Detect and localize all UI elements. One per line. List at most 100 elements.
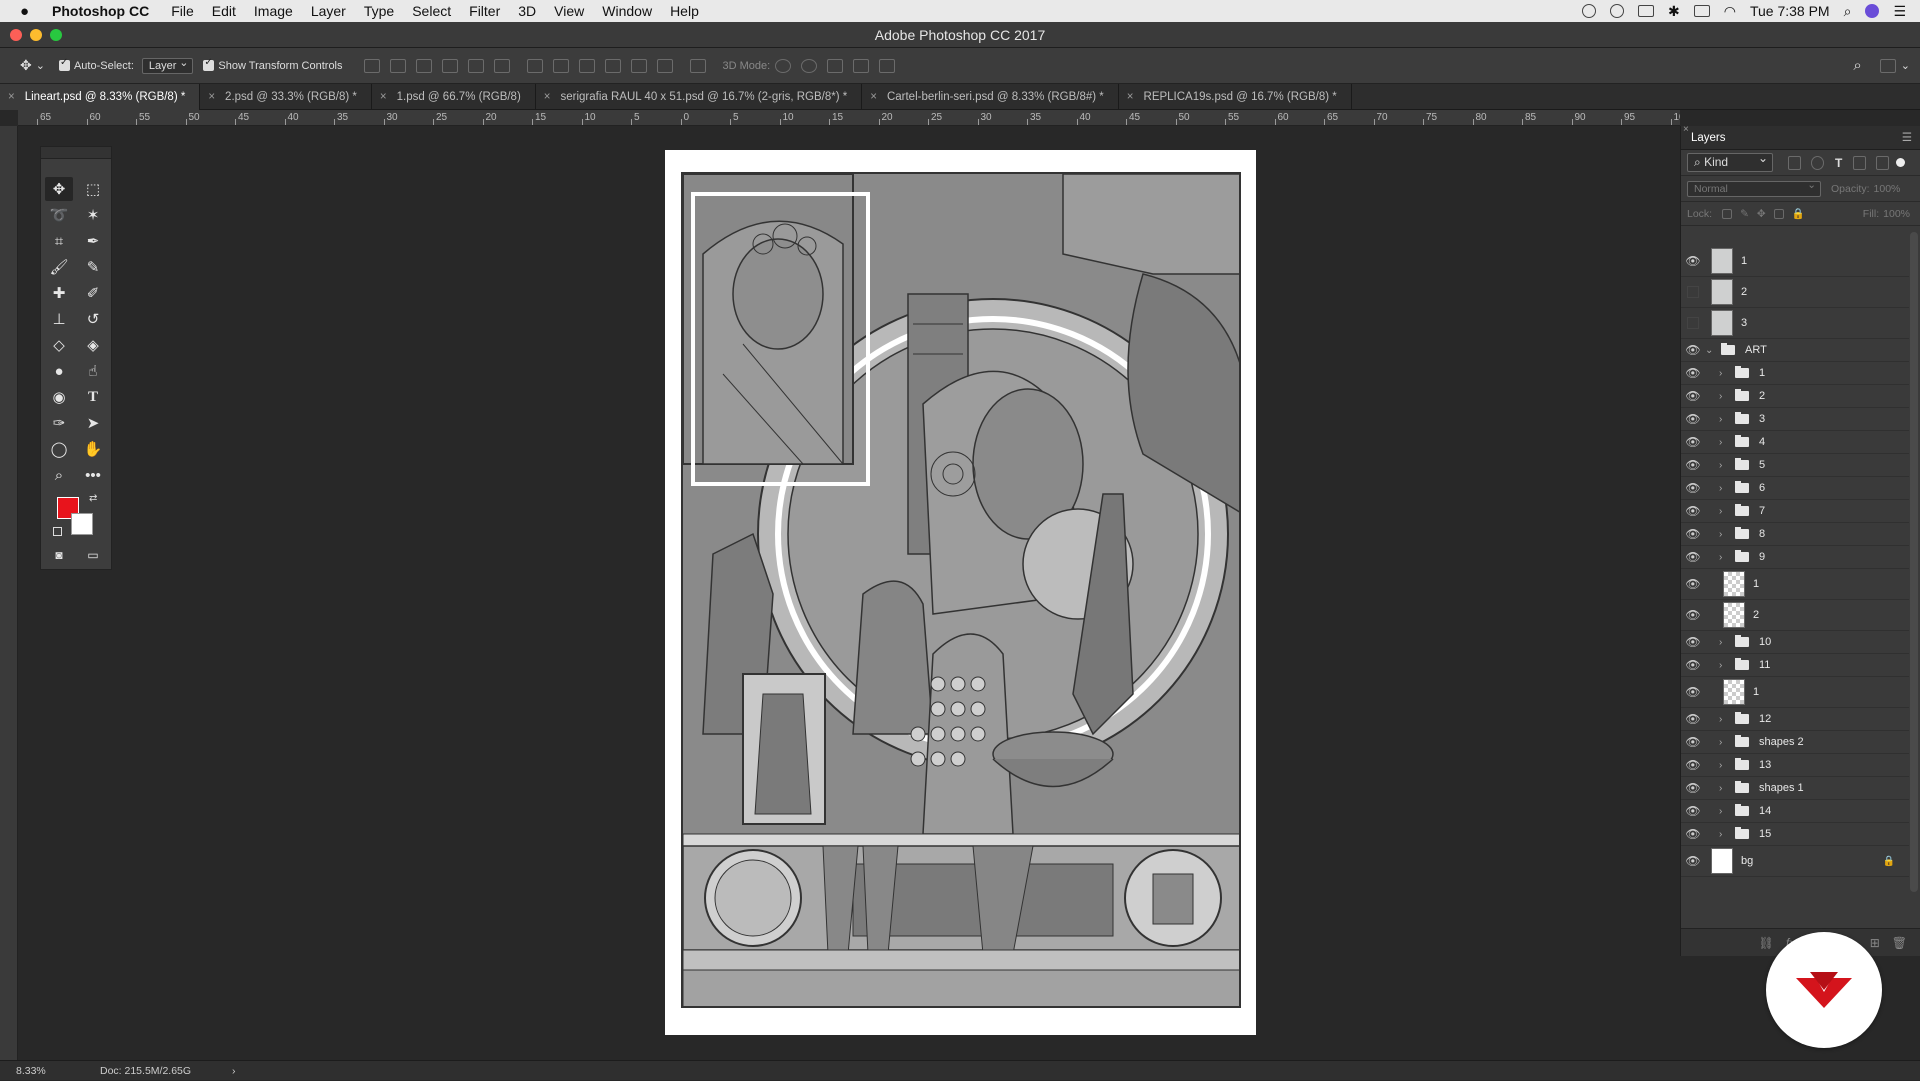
menu-help[interactable]: Help	[670, 3, 699, 19]
layer-name[interactable]: 5	[1759, 459, 1765, 471]
layer-name[interactable]: ART	[1745, 344, 1767, 356]
menu-image[interactable]: Image	[254, 3, 293, 19]
chevron-right-icon[interactable]: ›	[1719, 368, 1731, 379]
app-menu[interactable]: Photoshop CC	[52, 3, 149, 19]
zoom-window-button[interactable]	[50, 29, 62, 41]
layers-panel-title[interactable]: Layers	[1691, 132, 1726, 144]
pen-tool-icon[interactable]: ✑	[45, 411, 73, 435]
layer-name[interactable]: 3	[1741, 317, 1747, 329]
layer-name[interactable]: 2	[1741, 286, 1747, 298]
wifi-icon[interactable]: ◠	[1724, 3, 1736, 20]
chevron-right-icon[interactable]: ›	[1719, 660, 1731, 671]
menu-file[interactable]: File	[171, 3, 194, 19]
layer-row[interactable]: 3	[1681, 308, 1909, 339]
type-tool-icon[interactable]: T	[79, 385, 107, 409]
workspace-chevron-icon[interactable]: ⌄	[1901, 59, 1910, 72]
airplay-icon[interactable]	[1693, 5, 1710, 17]
apple-icon[interactable]: ●	[20, 3, 38, 20]
layer-name[interactable]: 8	[1759, 528, 1765, 540]
layer-visibility-eye-icon[interactable]: 👁	[1681, 608, 1705, 622]
menu-type[interactable]: Type	[364, 3, 394, 19]
layer-name[interactable]: 12	[1759, 713, 1771, 725]
layer-name[interactable]: 1	[1759, 367, 1765, 379]
chevron-right-icon[interactable]: ›	[1719, 414, 1731, 425]
layer-name[interactable]: 1	[1753, 578, 1759, 590]
siri-icon[interactable]	[1865, 4, 1880, 18]
layer-row[interactable]: 👁 1	[1681, 677, 1909, 708]
layer-thumbnail[interactable]	[1711, 310, 1733, 336]
lock-all-icon[interactable]: 🔒	[1792, 207, 1805, 220]
layer-name[interactable]: shapes 2	[1759, 736, 1804, 748]
hand-tool-icon[interactable]: ✋	[79, 437, 107, 461]
menu-window[interactable]: Window	[602, 3, 652, 19]
brush-tool-icon[interactable]: 🖌	[45, 255, 73, 279]
layer-row[interactable]: 👁 1	[1681, 246, 1909, 277]
swap-colors-icon[interactable]: ⇄	[89, 493, 97, 504]
layer-row[interactable]: 👁 › 15	[1681, 823, 1909, 846]
layer-row[interactable]: 👁 › 12	[1681, 708, 1909, 731]
chevron-right-icon[interactable]: ›	[1719, 783, 1731, 794]
layer-visibility-eye-icon[interactable]: 👁	[1681, 389, 1705, 403]
blur-tool-icon[interactable]: ●	[45, 359, 73, 383]
close-tab-icon[interactable]: ×	[1127, 91, 1134, 103]
delete-layer-icon[interactable]: 🗑	[1892, 936, 1907, 950]
tab-replica19s[interactable]: × REPLICA19s.psd @ 16.7% (RGB/8) *	[1119, 84, 1352, 110]
layer-visibility-eye-icon[interactable]	[1687, 286, 1699, 298]
menu-edit[interactable]: Edit	[212, 3, 236, 19]
3d-roll-icon[interactable]	[801, 58, 818, 73]
horizontal-ruler[interactable]: 65 60 55 50 45 40 35 30 25 20 15 10 5 0 5 10 15 20 25 30 35 4…	[18, 110, 1680, 126]
tab-lineart[interactable]: × Lineart.psd @ 8.33% (RGB/8) *	[0, 84, 201, 110]
new-layer-icon[interactable]: ⊞	[1870, 936, 1880, 950]
path-selection-tool-icon[interactable]: ➤	[79, 411, 107, 435]
lasso-tool-icon[interactable]: ➰	[45, 203, 73, 227]
layer-visibility-eye-icon[interactable]: 👁	[1681, 781, 1705, 795]
menu-view[interactable]: View	[554, 3, 584, 19]
layer-visibility-eye-icon[interactable]: 👁	[1681, 504, 1705, 518]
layer-visibility-eye-icon[interactable]: 👁	[1681, 658, 1705, 672]
layer-thumbnail[interactable]	[1711, 279, 1733, 305]
paint-bucket-tool-icon[interactable]: ◈	[79, 333, 107, 357]
show-transform-controls-checkbox[interactable]	[203, 57, 215, 71]
lock-transparent-pixels-icon[interactable]	[1722, 208, 1733, 219]
close-tab-icon[interactable]: ×	[380, 91, 387, 103]
3d-slide-icon[interactable]	[853, 58, 870, 73]
chevron-right-icon[interactable]: ›	[1719, 483, 1731, 494]
opacity-field[interactable]: 100%	[1874, 183, 1901, 195]
layer-name[interactable]: bg	[1741, 855, 1753, 867]
smart-object-thumbnail[interactable]	[1723, 571, 1745, 597]
distribute-bottom-button[interactable]	[578, 58, 595, 73]
chevron-right-icon[interactable]: ›	[1719, 506, 1731, 517]
layer-row[interactable]: 👁 › 5	[1681, 454, 1909, 477]
chevron-right-icon[interactable]: ›	[1719, 806, 1731, 817]
distribute-hcenter-button[interactable]	[630, 58, 647, 73]
marquee-tool-icon[interactable]: ⬚	[79, 177, 107, 201]
tab-cartel-berlin[interactable]: × Cartel-berlin-seri.psd @ 8.33% (RGB/8#)…	[862, 84, 1119, 110]
layer-visibility-eye-icon[interactable]: 👁	[1681, 577, 1705, 591]
menu-filter[interactable]: Filter	[469, 3, 500, 19]
panel-menu-icon[interactable]: ☰	[1902, 126, 1912, 150]
layer-row[interactable]: 👁 › 9	[1681, 546, 1909, 569]
search-icon[interactable]: ⌕	[1853, 57, 1861, 74]
fill-field[interactable]: 100%	[1883, 208, 1910, 220]
filter-shape-layers-icon[interactable]	[1853, 155, 1867, 170]
display-icon[interactable]	[1638, 5, 1654, 17]
layer-kind-filter-dropdown[interactable]: ⌕ Kind	[1687, 151, 1773, 172]
layer-row[interactable]: 👁 › 3	[1681, 408, 1909, 431]
chevron-right-icon[interactable]: ›	[1719, 552, 1731, 563]
layer-visibility-eye-icon[interactable]: 👁	[1681, 458, 1705, 472]
layer-name[interactable]: 2	[1753, 609, 1759, 621]
layer-name[interactable]: 3	[1759, 413, 1765, 425]
chevron-right-icon[interactable]: ›	[1719, 637, 1731, 648]
move-tool-icon[interactable]: ✥	[45, 177, 73, 201]
layer-row[interactable]: 👁 2	[1681, 600, 1909, 631]
workspace-icon[interactable]	[1879, 58, 1896, 73]
mixer-brush-tool-icon[interactable]: ✐	[79, 281, 107, 305]
zoom-level-field[interactable]: 8.33%	[16, 1061, 46, 1081]
smart-object-thumbnail[interactable]	[1723, 679, 1745, 705]
layer-row[interactable]: 2	[1681, 277, 1909, 308]
spotlight-search-icon[interactable]: ⌕	[1844, 3, 1852, 20]
layer-name[interactable]: shapes 1	[1759, 782, 1804, 794]
dodge-tool-icon[interactable]: ◉	[45, 385, 73, 409]
filter-pixel-layers-icon[interactable]	[1788, 155, 1801, 170]
tab-2-psd[interactable]: × 2.psd @ 33.3% (RGB/8) *	[200, 84, 372, 110]
